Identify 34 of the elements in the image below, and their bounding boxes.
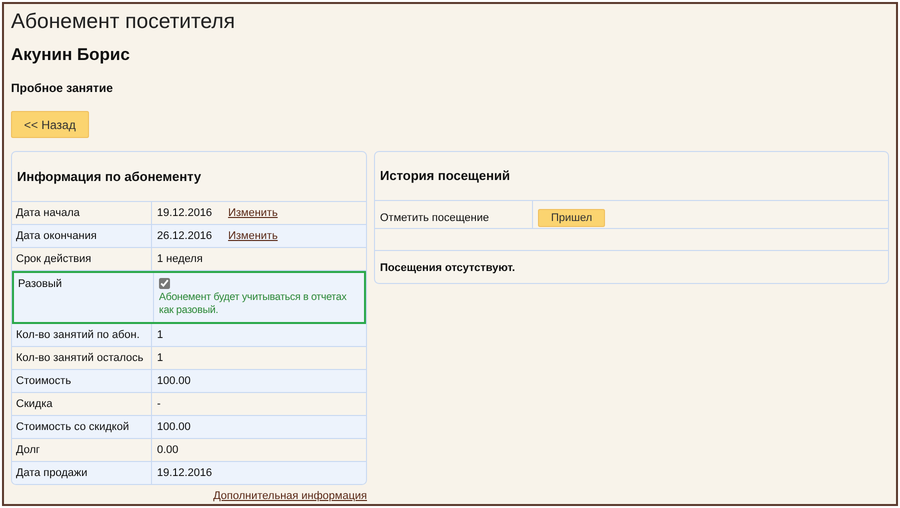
row-value: - xyxy=(157,398,161,410)
row-label: Дата продажи xyxy=(16,467,88,479)
change-link[interactable]: Изменить xyxy=(228,230,278,242)
row-value: 1 xyxy=(157,352,164,364)
more-info-link[interactable]: Дополнительная информация xyxy=(213,488,367,504)
row-value: 19.12.2016 xyxy=(157,467,212,479)
subscription-type: Пробное занятие xyxy=(11,80,114,97)
page-title: Абонемент посетителя xyxy=(11,10,236,34)
row-label: Кол-во занятий осталось xyxy=(16,352,144,364)
row-label: Стоимость со скидкой xyxy=(16,421,129,433)
row-value: 100.00 xyxy=(157,375,191,387)
arrived-button[interactable]: Пришел xyxy=(538,209,606,227)
change-link[interactable]: Изменить xyxy=(228,207,278,219)
row-value: 100.00 xyxy=(157,421,191,433)
row-label: Скидка xyxy=(16,398,52,410)
row-label: Кол-во занятий по абон. xyxy=(16,329,140,341)
row-label: Дата окончания xyxy=(16,230,97,242)
back-button[interactable]: << Назад xyxy=(11,111,89,138)
row-label: Долг xyxy=(16,444,40,456)
panel-title: История посещений xyxy=(375,152,888,201)
checkbox[interactable] xyxy=(159,278,170,289)
row-value: 1 xyxy=(157,329,164,341)
row-value: 1 неделя xyxy=(157,253,203,265)
row-label: Разовый xyxy=(18,278,62,290)
row-label: Дата начала xyxy=(16,207,80,219)
row-value: 19.12.2016 xyxy=(157,207,212,219)
row-value: 26.12.2016 xyxy=(157,230,212,242)
row-value: 0.00 xyxy=(157,444,178,456)
row-label: Срок действия xyxy=(16,253,92,265)
visitor-name: Акунин Борис xyxy=(11,45,131,65)
row-label: Стоимость xyxy=(16,375,72,387)
note-text: Абонемент будет учитываться в отчетах как разовый. xyxy=(159,291,348,317)
row-label: Отметить посещение xyxy=(380,212,489,224)
empty-message: Посещения отсутствуют. xyxy=(380,262,516,274)
